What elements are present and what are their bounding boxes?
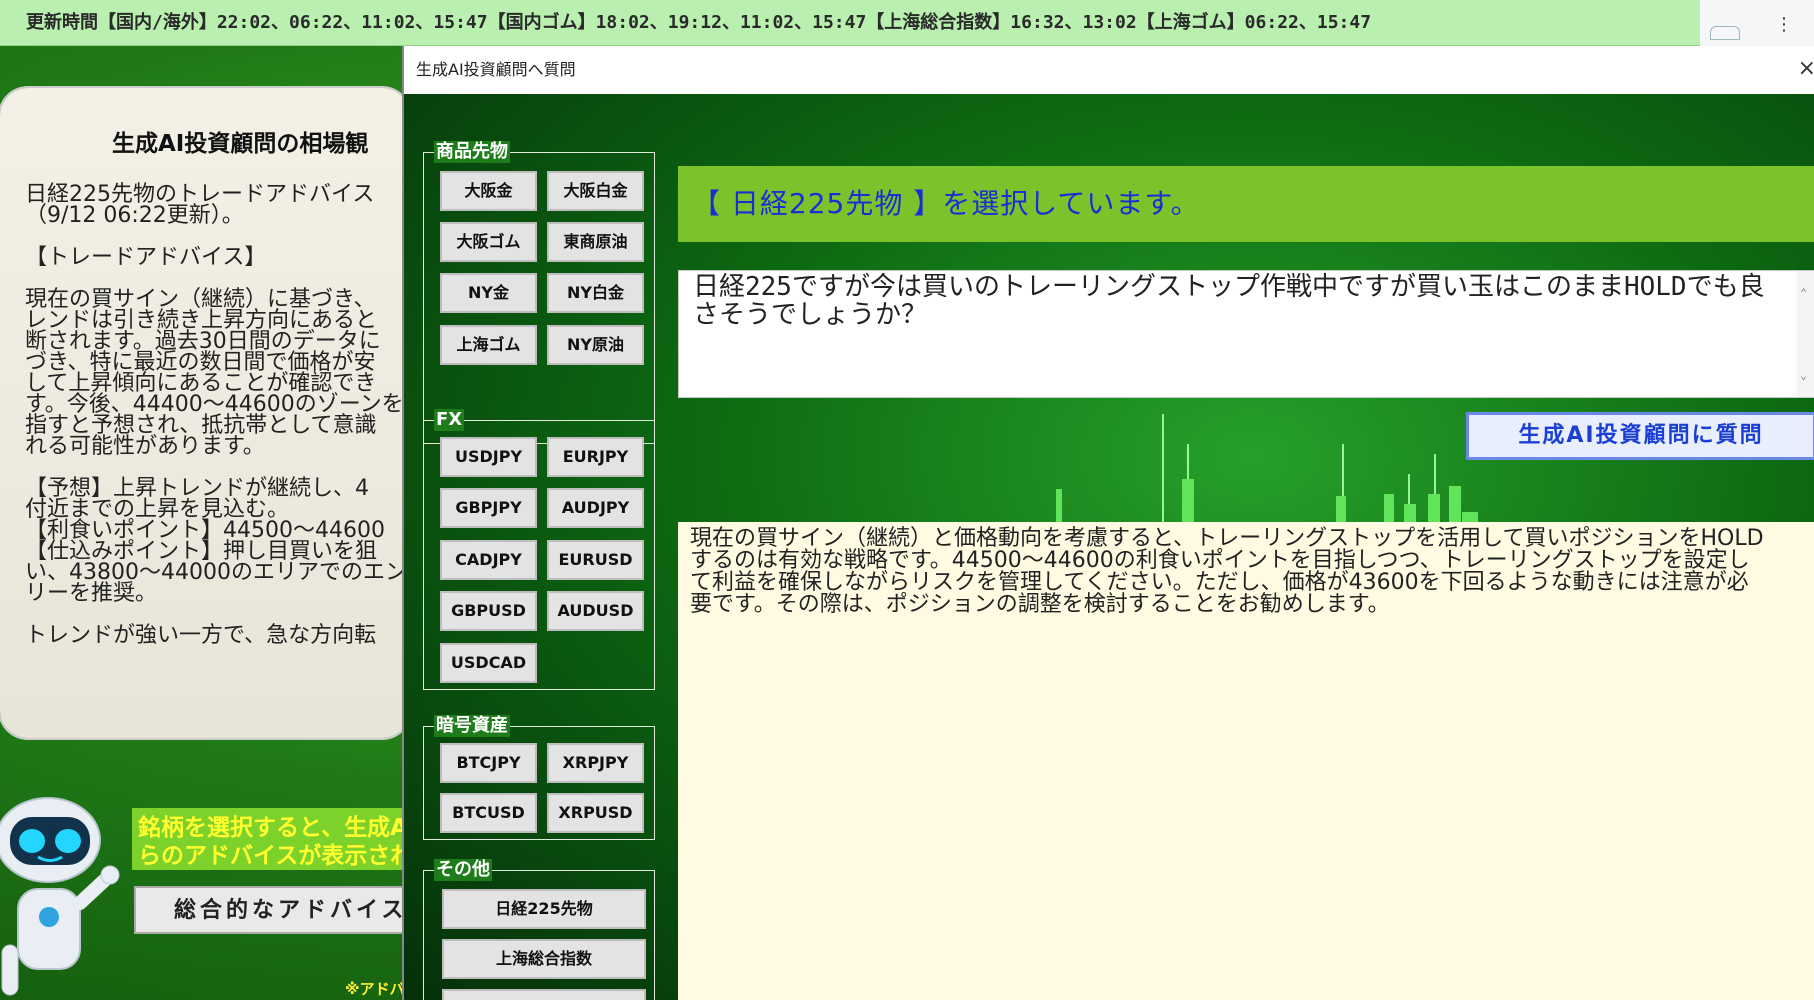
- other-group: その他 日経225先物 上海総合指数 ドル指数: [423, 859, 655, 1000]
- chart-candle: [1404, 504, 1416, 522]
- top-right-corner: ⋮: [1700, 0, 1814, 46]
- more-options-icon[interactable]: ⋮: [1775, 14, 1793, 35]
- cadjpy-button[interactable]: CADJPY: [440, 540, 537, 580]
- advice-note: ※アドバ: [345, 980, 405, 998]
- crypto-group-label: 暗号資産: [434, 715, 510, 737]
- scroll-down-icon[interactable]: ⌄: [1800, 361, 1807, 389]
- market-view-text: 日経225先物のトレードアドバイス （9/12 06:22更新）。 【トレードア…: [25, 182, 407, 648]
- scroll-up-icon[interactable]: ⌃: [1800, 279, 1807, 307]
- market-view-title: 生成AI投資顧問の相場観: [112, 131, 369, 157]
- chart-candle: [1428, 494, 1440, 522]
- selected-instrument-bar: 【 日経225先物 】を選択しています。: [678, 166, 1814, 242]
- dollar-index-button[interactable]: ドル指数: [442, 989, 646, 1000]
- chart-candle: [1462, 512, 1478, 522]
- fx-group-label: FX: [434, 409, 465, 431]
- crypto-group: 暗号資産 BTCJPY XRPJPY BTCUSD XRPUSD: [423, 715, 655, 840]
- audusd-button[interactable]: AUDUSD: [547, 591, 644, 631]
- ai-advisor-dialog: 生成AI投資顧問へ質問 × 商品先物 大阪金 大阪白金 大阪ゴム 東商原油 NY…: [402, 46, 1814, 1000]
- chart-candle: [1449, 486, 1461, 522]
- dialog-title: 生成AI投資顧問へ質問: [416, 60, 576, 79]
- ny-crude-button[interactable]: NY原油: [547, 325, 644, 365]
- gbpusd-button[interactable]: GBPUSD: [440, 591, 537, 631]
- eurjpy-button[interactable]: EURJPY: [547, 437, 644, 477]
- shanghai-rubber-button[interactable]: 上海ゴム: [440, 325, 537, 365]
- eurusd-button[interactable]: EURUSD: [547, 540, 644, 580]
- question-scrollbar[interactable]: ⌃ ⌄: [1797, 271, 1814, 397]
- osaka-platinum-button[interactable]: 大阪白金: [547, 171, 644, 211]
- usdcad-button[interactable]: USDCAD: [440, 643, 537, 683]
- fx-group: FX USDJPY EURJPY GBPJPY AUDJPY CADJPY EU…: [423, 409, 655, 690]
- xrpjpy-button[interactable]: XRPJPY: [547, 743, 644, 783]
- update-times-ticker: 更新時間【国内/海外】22:02、06:22、11:02、15:47【国内ゴム】…: [0, 0, 1700, 46]
- btcusd-button[interactable]: BTCUSD: [440, 793, 537, 833]
- tocom-crude-button[interactable]: 東商原油: [547, 222, 644, 262]
- chart-candle: [1384, 494, 1394, 522]
- osaka-rubber-button[interactable]: 大阪ゴム: [440, 222, 537, 262]
- xrpusd-button[interactable]: XRPUSD: [547, 793, 644, 833]
- dialog-body: 商品先物 大阪金 大阪白金 大阪ゴム 東商原油 NY金 NY白金 上海ゴム NY…: [404, 94, 1814, 1000]
- osaka-gold-button[interactable]: 大阪金: [440, 171, 537, 211]
- close-icon[interactable]: ×: [1798, 56, 1814, 81]
- shanghai-composite-button[interactable]: 上海総合指数: [442, 939, 646, 979]
- ny-gold-button[interactable]: NY金: [440, 273, 537, 313]
- chart-wick: [1162, 414, 1164, 522]
- robot-mascot-icon: [0, 797, 120, 996]
- btcjpy-button[interactable]: BTCJPY: [440, 743, 537, 783]
- other-group-label: その他: [434, 859, 492, 881]
- ask-advisor-button[interactable]: 生成AI投資顧問に質問: [1466, 412, 1814, 460]
- app-icon[interactable]: [1710, 26, 1740, 40]
- answer-output: 現在の買サイン（継続）と価格動向を考慮すると、トレーリングストップを活用して買い…: [678, 522, 1814, 1000]
- audjpy-button[interactable]: AUDJPY: [547, 488, 644, 528]
- overall-advice-button[interactable]: 総合的なアドバイス: [134, 886, 414, 934]
- ny-platinum-button[interactable]: NY白金: [547, 273, 644, 313]
- select-instruction-banner: 銘柄を選択すると、生成A らのアドバイスが表示されま: [132, 808, 432, 870]
- commodities-group: 商品先物 大阪金 大阪白金 大阪ゴム 東商原油 NY金 NY白金 上海ゴム NY…: [423, 141, 655, 444]
- chart-candle: [1336, 496, 1346, 522]
- question-input[interactable]: 日経225ですが今は買いのトレーリングストップ作戦中ですが買い玉はこのままHOL…: [678, 270, 1814, 398]
- question-text: 日経225ですが今は買いのトレーリングストップ作戦中ですが買い玉はこのままHOL…: [693, 272, 1765, 330]
- chart-candle: [1182, 479, 1194, 522]
- market-view-panel: 生成AI投資顧問の相場観 日経225先物のトレードアドバイス （9/12 06:…: [0, 88, 410, 738]
- usdjpy-button[interactable]: USDJPY: [440, 437, 537, 477]
- commodities-group-label: 商品先物: [434, 141, 510, 163]
- chart-candle: [1056, 489, 1062, 522]
- nikkei225-futures-button[interactable]: 日経225先物: [442, 889, 646, 929]
- gbpjpy-button[interactable]: GBPJPY: [440, 488, 537, 528]
